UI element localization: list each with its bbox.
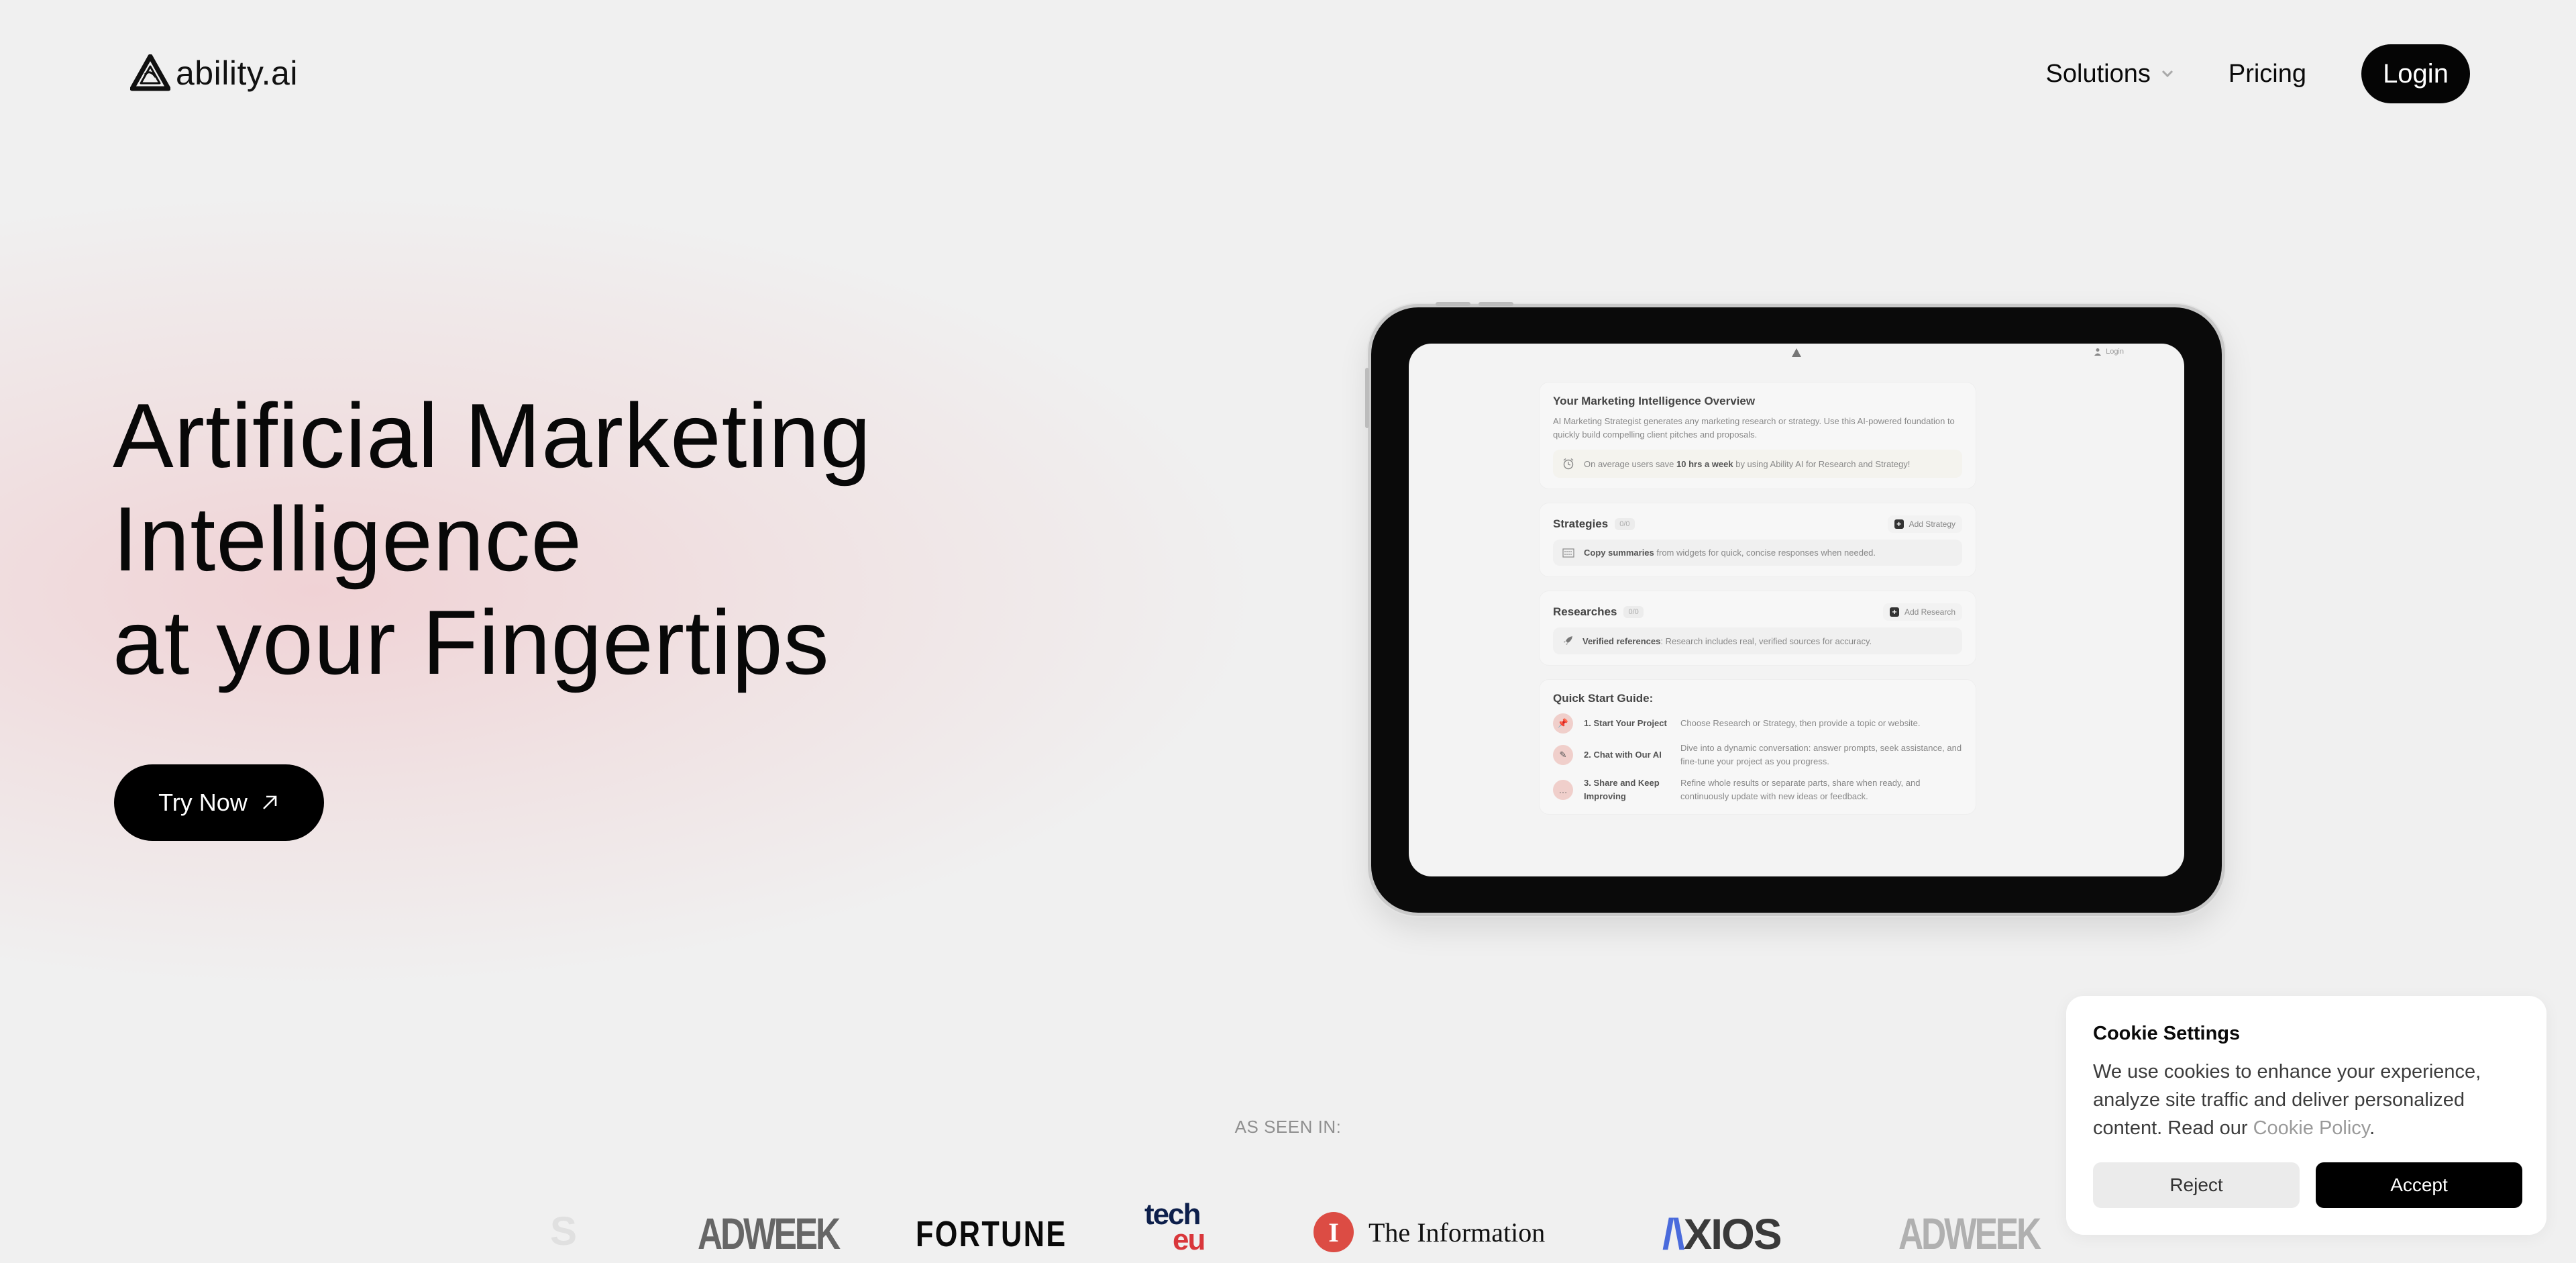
press-logo-techeu: tech eu (1144, 1200, 1212, 1258)
tablet-side-button (1365, 368, 1369, 428)
the-information-text: The Information (1368, 1217, 1546, 1248)
tip-bold: Copy summaries (1584, 548, 1654, 558)
try-now-label: Try Now (158, 789, 248, 816)
researches-card: Researches 0/0 + Add Research Verified r… (1540, 591, 1976, 665)
nav-solutions[interactable]: Solutions (2046, 60, 2175, 89)
tip-text: from widgets for quick, concise response… (1656, 548, 1876, 558)
tablet-volume-button (1436, 302, 1470, 306)
researches-count-badge: 0/0 (1623, 606, 1644, 618)
add-research-label: Add Research (1904, 607, 1955, 617)
tip-bold: Verified references (1582, 636, 1661, 646)
user-icon (2094, 348, 2102, 356)
summary-icon (1562, 548, 1574, 558)
press-logo-the-information: I The Information (1313, 1212, 1545, 1252)
quick-start-title: Quick Start Guide: (1553, 692, 1654, 705)
strategies-title: Strategies 0/0 (1553, 517, 1635, 531)
strategies-title-label: Strategies (1553, 517, 1609, 530)
guide-step: … 3. Share and Keep Improving Refine who… (1553, 776, 1962, 803)
cookie-title: Cookie Settings (2093, 1023, 2241, 1044)
press-logo-axios: /\ XIOS (1662, 1209, 1782, 1259)
strategies-count-badge: 0/0 (1615, 518, 1635, 530)
overview-tip-text: On average users save 10 hrs a week by u… (1584, 459, 1910, 469)
guide-step-desc: Dive into a dynamic conversation: answer… (1680, 743, 1962, 766)
researches-tip: Verified references: Research includes r… (1553, 627, 1962, 654)
axios-a: /\ (1662, 1210, 1685, 1258)
guide-step-label: 1. Start Your Project (1584, 718, 1667, 728)
accept-cookies-button[interactable]: Accept (2316, 1162, 2522, 1208)
press-logo-adweek: ADWEEK (1898, 1209, 2041, 1258)
tablet-screen: Login Your Marketing Intelligence Overvi… (1409, 344, 2184, 876)
nav-pricing[interactable]: Pricing (2229, 60, 2306, 89)
tablet-mockup: Login Your Marketing Intelligence Overvi… (1365, 302, 2222, 913)
tablet-volume-button (1479, 302, 1513, 306)
reject-cookies-button[interactable]: Reject (2093, 1162, 2300, 1208)
guide-step-label: 2. Chat with Our AI (1584, 750, 1662, 760)
alarm-clock-icon (1563, 458, 1574, 470)
app-login-link[interactable]: Login (2094, 348, 2124, 356)
researches-tip-text: Verified references: Research includes r… (1582, 636, 1872, 646)
brand-logo[interactable]: ability.ai (130, 54, 298, 93)
axios-rest: XIOS (1683, 1210, 1782, 1258)
app-content: Your Marketing Intelligence Overview AI … (1540, 383, 1976, 829)
nav-solutions-label: Solutions (2045, 59, 2151, 88)
overview-card: Your Marketing Intelligence Overview AI … (1540, 383, 1976, 489)
cookie-banner: Cookie Settings We use cookies to enhanc… (2066, 996, 2546, 1235)
researches-title-label: Researches (1553, 605, 1617, 618)
pin-icon: 📌 (1553, 713, 1573, 734)
the-information-badge-icon: I (1313, 1212, 1354, 1252)
cookie-body: We use cookies to enhance your experienc… (2093, 1058, 2522, 1142)
hero-title: Artificial Marketing Intelligence at you… (113, 384, 871, 694)
plus-icon: + (1894, 519, 1904, 529)
guide-step-label: 3. Share and Keep Improving (1584, 778, 1660, 801)
tip-text: : Research includes real, verified sourc… (1660, 636, 1872, 646)
try-now-button[interactable]: Try Now (114, 764, 324, 841)
guide-step: ✎ 2. Chat with Our AI Dive into a dynami… (1553, 742, 1962, 768)
press-logo-partial: S (550, 1209, 578, 1254)
app-login-label: Login (2106, 348, 2124, 356)
quick-start-card: Quick Start Guide: 📌 1. Start Your Proje… (1540, 680, 1976, 814)
login-button[interactable]: Login (2361, 44, 2470, 103)
pencil-icon: ✎ (1553, 745, 1573, 765)
guide-step-desc: Choose Research or Strategy, then provid… (1680, 718, 1921, 728)
overview-description: AI Marketing Strategist generates any ma… (1553, 416, 1955, 440)
plus-icon: + (1889, 607, 1899, 617)
chevron-down-icon (2161, 70, 2173, 78)
overview-title: Your Marketing Intelligence Overview (1553, 395, 1756, 407)
strategies-tip: Copy summaries from widgets for quick, c… (1553, 540, 1962, 566)
app-logo-icon (1792, 348, 1801, 357)
main-nav: Solutions Pricing Login (2046, 44, 2470, 103)
add-strategy-label: Add Strategy (1909, 519, 1955, 529)
guide-step: 📌 1. Start Your Project Choose Research … (1553, 713, 1962, 734)
chat-bubble-icon: … (1553, 780, 1573, 800)
add-research-button[interactable]: + Add Research (1882, 603, 1962, 621)
hero-title-line: Artificial Marketing (113, 385, 871, 487)
hero-title-line: Intelligence (113, 488, 583, 590)
brand-name: ability.ai (176, 54, 298, 92)
press-logo-adweek: ADWEEK (698, 1209, 841, 1258)
press-logo-fortune: FORTUNE (916, 1214, 1067, 1254)
arrow-up-right-icon (262, 795, 277, 809)
ability-logo-icon (130, 54, 170, 91)
cookie-period: . (2369, 1117, 2375, 1139)
tip-bold: 10 hrs a week (1676, 458, 1733, 469)
guide-step-desc: Refine whole results or separate parts, … (1680, 778, 1921, 801)
cookie-policy-link[interactable]: Cookie Policy (2253, 1117, 2370, 1139)
techeu-bottom: eu (1173, 1223, 1205, 1256)
tip-prefix: On average users save (1584, 458, 1674, 469)
add-strategy-button[interactable]: + Add Strategy (1887, 515, 1962, 533)
hero-title-line: at your Fingertips (113, 591, 830, 693)
rocket-icon (1564, 636, 1572, 645)
researches-title: Researches 0/0 (1553, 605, 1644, 619)
strategies-card: Strategies 0/0 + Add Strategy Copy summa… (1540, 503, 1976, 576)
tip-suffix: by using Ability AI for Research and Str… (1735, 458, 1911, 469)
overview-tip: On average users save 10 hrs a week by u… (1553, 450, 1962, 478)
strategies-tip-text: Copy summaries from widgets for quick, c… (1584, 548, 1876, 558)
